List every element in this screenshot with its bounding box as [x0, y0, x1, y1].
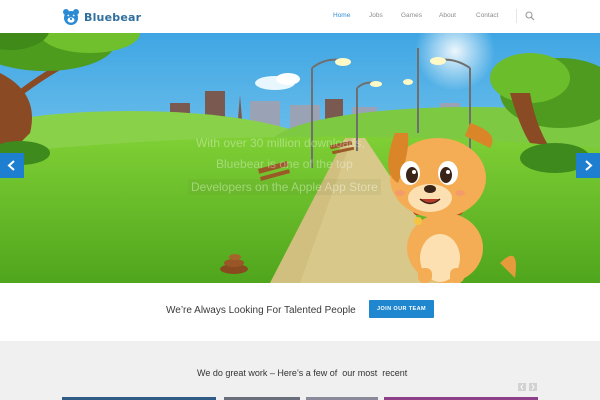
nav-item-home[interactable]: Home [333, 12, 350, 19]
site-header: Bluebear Home Jobs Games About Contact [0, 0, 600, 34]
join-team-button[interactable]: JOIN OUR TEAM [369, 300, 434, 318]
chevron-right-icon [531, 384, 535, 390]
hero-caption-line-2: Bluebear is one of the top [216, 157, 353, 171]
work-prev-button[interactable] [518, 383, 526, 391]
hero-slider: With over 30 million downloads, Bluebear… [0, 33, 600, 283]
slider-next-button[interactable] [576, 153, 600, 178]
cta-headline: We’re Always Looking For Talented People [166, 305, 356, 316]
work-next-button[interactable] [529, 383, 537, 391]
hero-caption-line-1: With over 30 million downloads, [196, 136, 365, 150]
nav-item-about[interactable]: About [439, 12, 456, 19]
section-title: We do great work – Here’s a few of our m… [197, 368, 408, 378]
chevron-left-icon [520, 384, 524, 390]
nav-divider [516, 9, 517, 23]
main-nav: Home Jobs Games About Contact [0, 12, 600, 22]
chevron-left-icon [7, 160, 15, 171]
nav-item-jobs[interactable]: Jobs [369, 12, 383, 19]
nav-item-games[interactable]: Games [401, 12, 422, 19]
search-icon[interactable] [525, 11, 535, 21]
chevron-right-icon [585, 160, 593, 171]
recent-work-section: We do great work – Here’s a few of our m… [0, 341, 600, 400]
nav-item-contact[interactable]: Contact [476, 12, 498, 19]
slider-prev-button[interactable] [0, 153, 24, 178]
hero-caption-line-3: Developers on the Apple App Store [188, 179, 381, 195]
join-team-banner: We’re Always Looking For Talented People… [0, 283, 600, 341]
